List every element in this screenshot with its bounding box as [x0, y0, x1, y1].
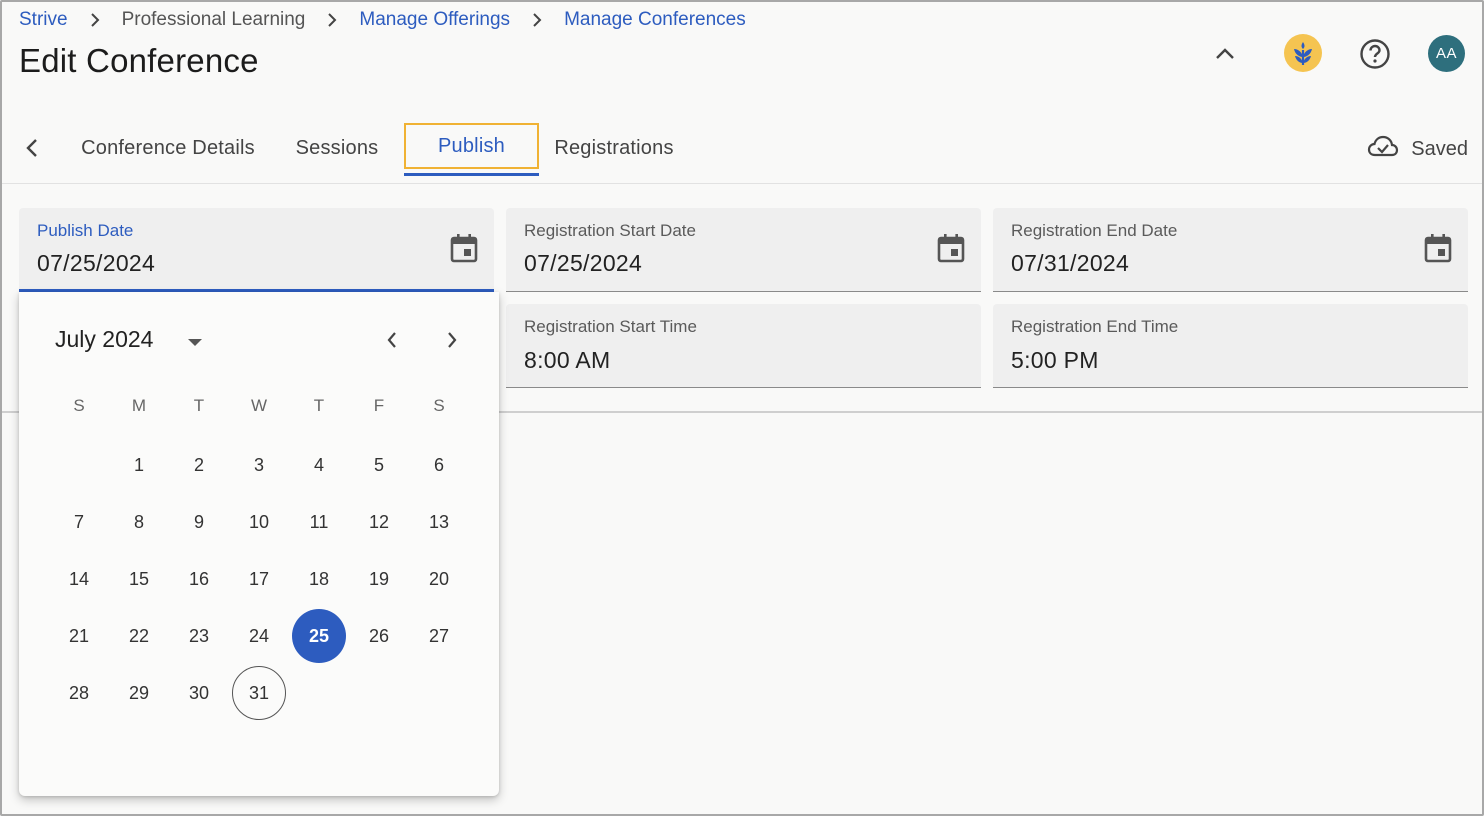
chevron-right-icon: [68, 12, 122, 28]
calendar-month-label[interactable]: July 2024: [55, 326, 153, 353]
chevron-left-icon[interactable]: [377, 325, 407, 355]
calendar-icon[interactable]: [448, 232, 480, 264]
calendar-day[interactable]: 12: [352, 495, 406, 549]
weekday-label: M: [131, 396, 147, 415]
tab-sessions[interactable]: Sessions: [278, 120, 396, 176]
calendar-day[interactable]: 13: [412, 495, 466, 549]
calendar-day[interactable]: 1: [112, 438, 166, 492]
calendar-icon[interactable]: [935, 232, 967, 264]
calendar-day[interactable]: 24: [232, 609, 286, 663]
avatar[interactable]: AA: [1428, 35, 1465, 72]
calendar-day[interactable]: 19: [352, 552, 406, 606]
calendar-icon[interactable]: [1422, 232, 1454, 264]
calendar-day[interactable]: 28: [52, 666, 106, 720]
registration-end-time-field[interactable]: Registration End Time 5:00 PM: [993, 304, 1468, 388]
field-label: Registration End Date: [1011, 221, 1178, 240]
calendar-day[interactable]: 17: [232, 552, 286, 606]
calendar-day[interactable]: 4: [292, 438, 346, 492]
cloud-check-icon: [1367, 134, 1399, 164]
calendar-day[interactable]: 29: [112, 666, 166, 720]
calendar-day[interactable]: 9: [172, 495, 226, 549]
calendar-day[interactable]: 7: [52, 495, 106, 549]
registration-start-date-field[interactable]: Registration Start Date 07/25/2024: [506, 208, 981, 292]
calendar-day-today[interactable]: 31: [232, 666, 286, 720]
saved-label: Saved: [1411, 137, 1468, 160]
divider: [2, 183, 1482, 184]
field-label: Registration Start Time: [524, 317, 697, 336]
weekday-label: T: [193, 396, 205, 415]
breadcrumb-professional-learning: Professional Learning: [121, 9, 306, 30]
calendar-day[interactable]: 16: [172, 552, 226, 606]
breadcrumb: Strive Professional Learning Manage Offe…: [19, 9, 746, 31]
dropdown-arrow-icon[interactable]: [183, 330, 207, 354]
publish-date-field[interactable]: Publish Date 07/25/2024: [19, 208, 494, 292]
chevron-left-icon[interactable]: [18, 134, 46, 162]
field-value[interactable]: 5:00 PM: [1011, 347, 1099, 374]
calendar-day[interactable]: 14: [52, 552, 106, 606]
weekday-label: S: [73, 396, 85, 415]
tab-bar: Conference Details Sessions Publish Regi…: [0, 120, 1484, 180]
chevron-right-icon[interactable]: [437, 325, 467, 355]
calendar-day[interactable]: 2: [172, 438, 226, 492]
tab-registrations[interactable]: Registrations: [545, 120, 683, 176]
calendar-day[interactable]: 15: [112, 552, 166, 606]
breadcrumb-manage-conferences[interactable]: Manage Conferences: [564, 9, 746, 31]
field-label: Registration End Time: [1011, 317, 1179, 336]
calendar-day[interactable]: 8: [112, 495, 166, 549]
calendar-day[interactable]: 21: [52, 609, 106, 663]
calendar-day[interactable]: 26: [352, 609, 406, 663]
chevron-right-icon: [305, 12, 359, 28]
calendar-day[interactable]: 11: [292, 495, 346, 549]
breadcrumb-strive[interactable]: Strive: [19, 9, 68, 31]
registration-start-time-field[interactable]: Registration Start Time 8:00 AM: [506, 304, 981, 388]
chevron-right-icon: [510, 12, 564, 28]
calendar-day[interactable]: 30: [172, 666, 226, 720]
calendar-day[interactable]: 18: [292, 552, 346, 606]
breadcrumb-manage-offerings[interactable]: Manage Offerings: [359, 9, 510, 31]
calendar-day[interactable]: 23: [172, 609, 226, 663]
calendar-day[interactable]: 22: [112, 609, 166, 663]
field-value[interactable]: 8:00 AM: [524, 347, 611, 374]
weekday-label: S: [433, 396, 445, 415]
help-icon[interactable]: [1357, 36, 1393, 72]
date-picker-popup: July 2024 S M T W T F S 1 2 3 4 5 6 7 8 9 10 11 12 1…: [19, 292, 499, 796]
tab-publish[interactable]: Publish: [404, 123, 539, 169]
registration-end-date-field[interactable]: Registration End Date 07/31/2024: [993, 208, 1468, 292]
field-label: Registration Start Date: [524, 221, 696, 240]
page-title: Edit Conference: [19, 42, 259, 79]
active-tab-indicator: [404, 173, 539, 176]
brand-logo-icon[interactable]: [1284, 34, 1322, 72]
calendar-day-selected[interactable]: 25: [292, 609, 346, 663]
tab-conference-details[interactable]: Conference Details: [62, 120, 274, 176]
weekday-label: W: [250, 396, 268, 415]
save-status: Saved: [1367, 134, 1468, 164]
calendar-day[interactable]: 10: [232, 495, 286, 549]
chevron-up-icon[interactable]: [1207, 36, 1243, 72]
weekday-label: F: [373, 396, 385, 415]
field-value[interactable]: 07/31/2024: [1011, 250, 1129, 277]
field-label: Publish Date: [37, 221, 134, 240]
calendar-day[interactable]: 27: [412, 609, 466, 663]
calendar-day[interactable]: 20: [412, 552, 466, 606]
field-value[interactable]: 07/25/2024: [524, 250, 642, 277]
field-value[interactable]: 07/25/2024: [37, 250, 155, 277]
calendar-day[interactable]: 3: [232, 438, 286, 492]
calendar-day[interactable]: 6: [412, 438, 466, 492]
weekday-label: T: [313, 396, 325, 415]
calendar-day[interactable]: 5: [352, 438, 406, 492]
